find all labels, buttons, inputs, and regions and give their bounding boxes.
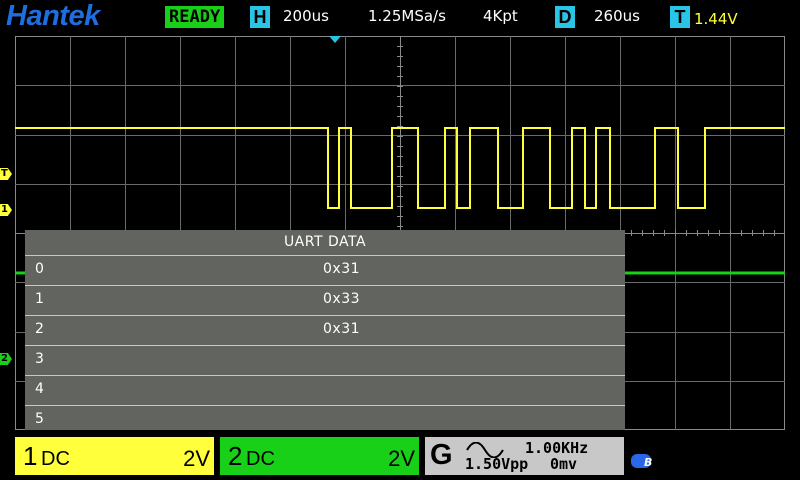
table-row[interactable]: 2 0x31 [25, 315, 625, 345]
ch1-offset-marker[interactable]: 1 [0, 204, 12, 216]
ch2-scale: 2V [388, 446, 415, 471]
horizontal-tag: H [250, 6, 270, 28]
ch1-status-box[interactable]: 1 DC 2V [15, 437, 214, 475]
row-index: 3 [35, 351, 44, 367]
ch2-coupling: DC [246, 448, 275, 470]
row-index: 1 [35, 291, 44, 307]
trigger-level-value[interactable]: 1.44V [694, 10, 738, 28]
table-row[interactable]: 4 [25, 375, 625, 405]
trigger-tag: T [670, 6, 690, 28]
row-value: 0x33 [323, 291, 361, 307]
usb-icon: B [631, 454, 652, 469]
sample-rate-value: 1.25MSa/s [368, 7, 446, 25]
trigger-position-pointer[interactable] [329, 36, 341, 43]
trigger-level-marker[interactable]: T [0, 168, 12, 180]
row-index: 5 [35, 411, 44, 427]
ch2-number: 2 [228, 441, 243, 471]
run-status-badge[interactable]: READY [165, 6, 225, 28]
table-row[interactable]: 5 [25, 405, 625, 435]
row-value: 0x31 [323, 261, 361, 277]
generator-status-box[interactable]: G 1.00KHz 1.50Vpp 0mv [425, 437, 624, 475]
table-row[interactable]: 0 0x31 [25, 255, 625, 285]
ch1-number: 1 [23, 441, 38, 471]
generator-label: G [430, 439, 453, 471]
timebase-value[interactable]: 200us [283, 7, 329, 25]
table-row[interactable]: 3 [25, 345, 625, 375]
memory-depth-value[interactable]: 4Kpt [483, 7, 518, 25]
top-status-bar: Hantek READY H 200us 1.25MSa/s 4Kpt D 26… [0, 0, 800, 36]
delay-tag: D [555, 6, 575, 28]
decode-table-title: UART DATA [283, 234, 367, 250]
ch2-offset-marker[interactable]: 2 [0, 353, 12, 365]
generator-offset: 0mv [550, 455, 578, 473]
row-index: 0 [35, 261, 44, 277]
ch2-status-box[interactable]: 2 DC 2V [220, 437, 419, 475]
row-value: 0x31 [323, 321, 361, 337]
table-row[interactable]: 1 0x33 [25, 285, 625, 315]
ch1-scale: 2V [183, 446, 210, 471]
hantek-logo: Hantek [6, 0, 100, 32]
row-index: 4 [35, 381, 44, 397]
svg-text:B: B [644, 456, 652, 469]
generator-amplitude: 1.50Vpp [465, 455, 529, 473]
ch1-coupling: DC [41, 448, 70, 470]
delay-value[interactable]: 260us [594, 7, 640, 25]
uart-decode-table: UART DATA 0 0x31 1 0x33 2 0x31 3 4 5 [25, 230, 625, 430]
row-index: 2 [35, 321, 44, 337]
